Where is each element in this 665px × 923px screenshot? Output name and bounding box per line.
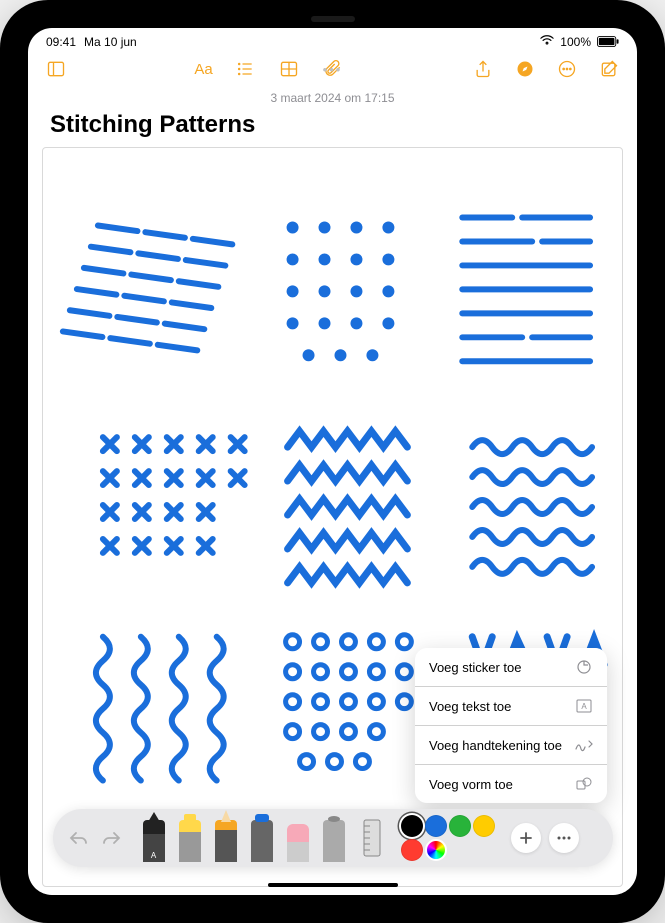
undo-button[interactable] bbox=[65, 824, 93, 852]
signature-icon bbox=[575, 736, 593, 754]
markup-toolbar: A bbox=[53, 809, 613, 867]
color-picker-button[interactable] bbox=[425, 839, 447, 861]
battery-icon bbox=[597, 36, 619, 47]
color-black[interactable] bbox=[401, 815, 423, 837]
camera-notch bbox=[311, 16, 355, 22]
add-text-item[interactable]: Voeg tekst toe A bbox=[415, 687, 607, 726]
shapes-icon bbox=[575, 775, 593, 793]
add-popup-menu: Voeg sticker toe Voeg tekst toe A Voeg h… bbox=[415, 648, 607, 803]
note-title[interactable]: Stitching Patterns bbox=[28, 107, 637, 147]
svg-text:A: A bbox=[581, 702, 587, 711]
popup-label: Voeg sticker toe bbox=[429, 660, 522, 675]
multitask-dots[interactable]: ••• bbox=[323, 62, 343, 77]
add-button[interactable] bbox=[511, 823, 541, 853]
popup-label: Voeg tekst toe bbox=[429, 699, 511, 714]
checklist-button[interactable] bbox=[233, 57, 257, 81]
color-yellow[interactable] bbox=[473, 815, 495, 837]
lasso-tool[interactable] bbox=[319, 814, 349, 862]
share-button[interactable] bbox=[471, 57, 495, 81]
battery-pct: 100% bbox=[560, 35, 591, 49]
color-green[interactable] bbox=[449, 815, 471, 837]
popup-label: Voeg vorm toe bbox=[429, 777, 513, 792]
sidebar-toggle-button[interactable] bbox=[44, 57, 68, 81]
sticker-icon bbox=[575, 658, 593, 676]
wifi-icon bbox=[540, 34, 554, 49]
status-date: Ma 10 jun bbox=[84, 35, 137, 49]
redo-button[interactable] bbox=[97, 824, 125, 852]
color-blue[interactable] bbox=[425, 815, 447, 837]
textbox-icon: A bbox=[575, 697, 593, 715]
markup-button[interactable] bbox=[513, 57, 537, 81]
add-shape-item[interactable]: Voeg vorm toe bbox=[415, 765, 607, 803]
more-button[interactable] bbox=[555, 57, 579, 81]
status-bar: 09:41 Ma 10 jun ••• 100% bbox=[28, 28, 637, 51]
marker-tool[interactable] bbox=[175, 814, 205, 862]
color-palette bbox=[401, 815, 497, 861]
eraser-tool[interactable] bbox=[283, 814, 313, 862]
crayon-tool[interactable] bbox=[247, 814, 277, 862]
popup-label: Voeg handtekening toe bbox=[429, 738, 562, 753]
add-signature-item[interactable]: Voeg handtekening toe bbox=[415, 726, 607, 765]
compose-button[interactable] bbox=[597, 57, 621, 81]
add-sticker-item[interactable]: Voeg sticker toe bbox=[415, 648, 607, 687]
status-time: 09:41 bbox=[46, 35, 76, 49]
format-text-button[interactable]: Aa bbox=[194, 57, 212, 81]
pencil-tool[interactable] bbox=[211, 814, 241, 862]
table-button[interactable] bbox=[277, 57, 301, 81]
ipad-device-frame: 09:41 Ma 10 jun ••• 100% bbox=[0, 0, 665, 923]
more-tools-button[interactable] bbox=[549, 823, 579, 853]
ruler-tool[interactable] bbox=[355, 817, 389, 859]
screen: 09:41 Ma 10 jun ••• 100% bbox=[28, 28, 637, 895]
pen-tool[interactable]: A bbox=[139, 814, 169, 862]
note-timestamp: 3 maart 2024 om 17:15 bbox=[28, 87, 637, 107]
home-indicator[interactable] bbox=[268, 883, 398, 887]
color-red[interactable] bbox=[401, 839, 423, 861]
